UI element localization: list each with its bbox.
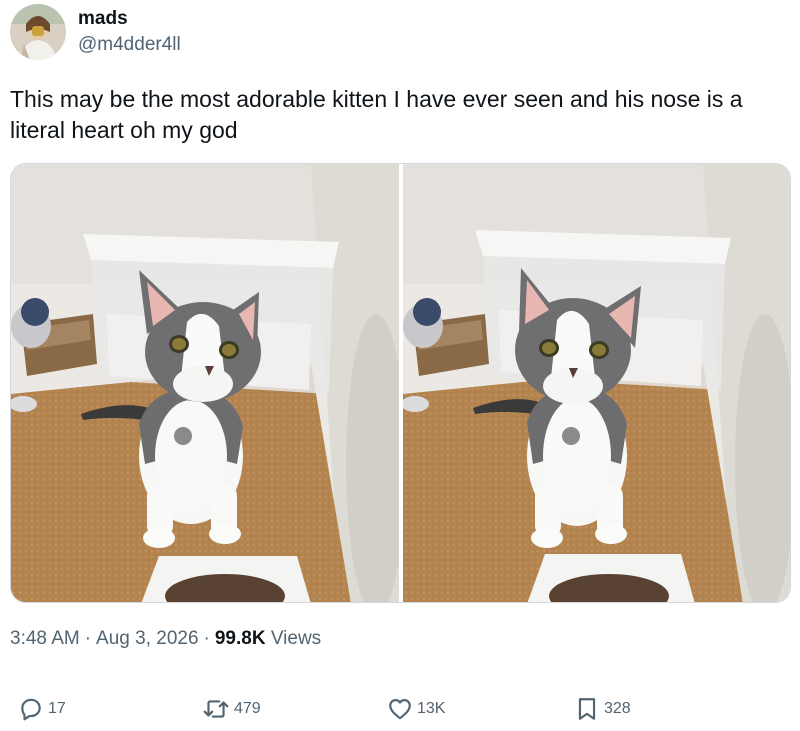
like-icon bbox=[387, 696, 413, 722]
repost-icon bbox=[202, 696, 230, 722]
tweet-photo-2[interactable] bbox=[403, 164, 790, 602]
tweet-header: mads @m4dder4ll bbox=[10, 4, 181, 60]
action-bar: 17 479 13K 328 bbox=[0, 692, 800, 726]
reply-count: 17 bbox=[48, 700, 66, 717]
tweet-photo-1[interactable] bbox=[11, 164, 399, 602]
tweet-date[interactable]: Aug 3, 2026 bbox=[96, 628, 198, 649]
repost-button[interactable]: 479 bbox=[202, 692, 261, 726]
tweet-meta: 3:48 AM · Aug 3, 2026 · 99.8K Views bbox=[10, 627, 321, 651]
user-handle[interactable]: @m4dder4ll bbox=[78, 33, 181, 57]
views-label: Views bbox=[270, 628, 322, 649]
tweet-time[interactable]: 3:48 AM bbox=[10, 628, 80, 649]
reply-icon bbox=[18, 696, 44, 722]
views-count: 99.8K bbox=[214, 628, 266, 649]
display-name[interactable]: mads bbox=[78, 7, 181, 31]
like-count: 13K bbox=[417, 700, 446, 717]
meta-separator: · bbox=[84, 628, 92, 649]
like-button[interactable]: 13K bbox=[387, 692, 445, 726]
avatar[interactable] bbox=[10, 4, 66, 60]
reply-button[interactable]: 17 bbox=[18, 692, 66, 726]
repost-count: 479 bbox=[234, 700, 261, 717]
media-grid bbox=[10, 163, 791, 603]
bookmark-button[interactable]: 328 bbox=[574, 692, 631, 726]
meta-separator: · bbox=[203, 628, 210, 649]
bookmark-icon bbox=[574, 696, 600, 722]
bookmark-count: 328 bbox=[604, 700, 631, 717]
tweet-text: This may be the most adorable kitten I h… bbox=[10, 86, 743, 143]
